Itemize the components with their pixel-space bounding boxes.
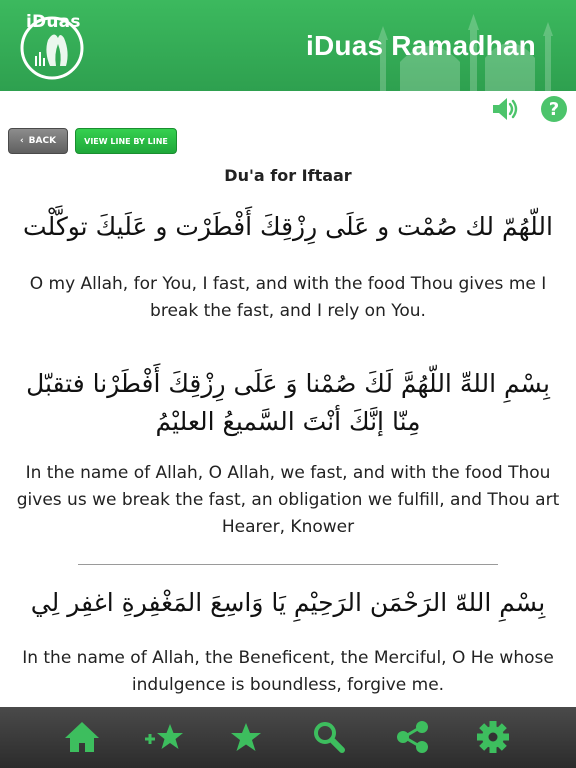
back-label: BACK (28, 136, 57, 146)
page-title: Du'a for Iftaar (224, 166, 352, 185)
svg-text:?: ? (549, 99, 559, 120)
bottom-tab-bar (0, 707, 576, 768)
view-line-label: VIEW LINE BY LINE (84, 136, 168, 146)
dua-arabic-3: بِسْمِ اللهّ الرَحْمَن الرَحِيْمِ يَا وَ… (30, 588, 546, 617)
settings-icon[interactable] (473, 719, 513, 755)
favorites-icon[interactable] (226, 719, 266, 755)
dua-translation-3: In the name of Allah, the Beneficent, th… (22, 648, 554, 695)
logo-text: iDuas (26, 12, 81, 32)
chevron-left-icon: ‹ (19, 136, 24, 146)
help-icon[interactable]: ? (539, 94, 569, 124)
add-favorite-icon[interactable] (143, 719, 183, 755)
dua-arabic-2: بِسْمِ اللهِّ اللّهُمَّ لَكَ صُمْنا وَ ع… (26, 369, 550, 436)
app-title: iDuas Ramadhan (306, 30, 536, 61)
dua-translation-1: O my Allah, for You, I fast, and with th… (29, 274, 547, 321)
home-icon[interactable] (62, 719, 102, 755)
search-icon[interactable] (309, 719, 349, 755)
back-button[interactable]: ‹ BACK (8, 128, 68, 154)
dua-arabic-1: اللّهُمّ لك صُمْت و عَلَى رِزْقِكَ أَفْط… (23, 212, 553, 241)
section-divider (78, 564, 498, 565)
app-header: iDuas iDuas Ramadhan (0, 0, 576, 91)
speaker-icon[interactable] (490, 94, 520, 124)
dua-translation-2: In the name of Allah, O Allah, we fast, … (16, 463, 560, 537)
share-icon[interactable] (393, 719, 433, 755)
view-line-by-line-button[interactable]: VIEW LINE BY LINE (75, 128, 177, 154)
